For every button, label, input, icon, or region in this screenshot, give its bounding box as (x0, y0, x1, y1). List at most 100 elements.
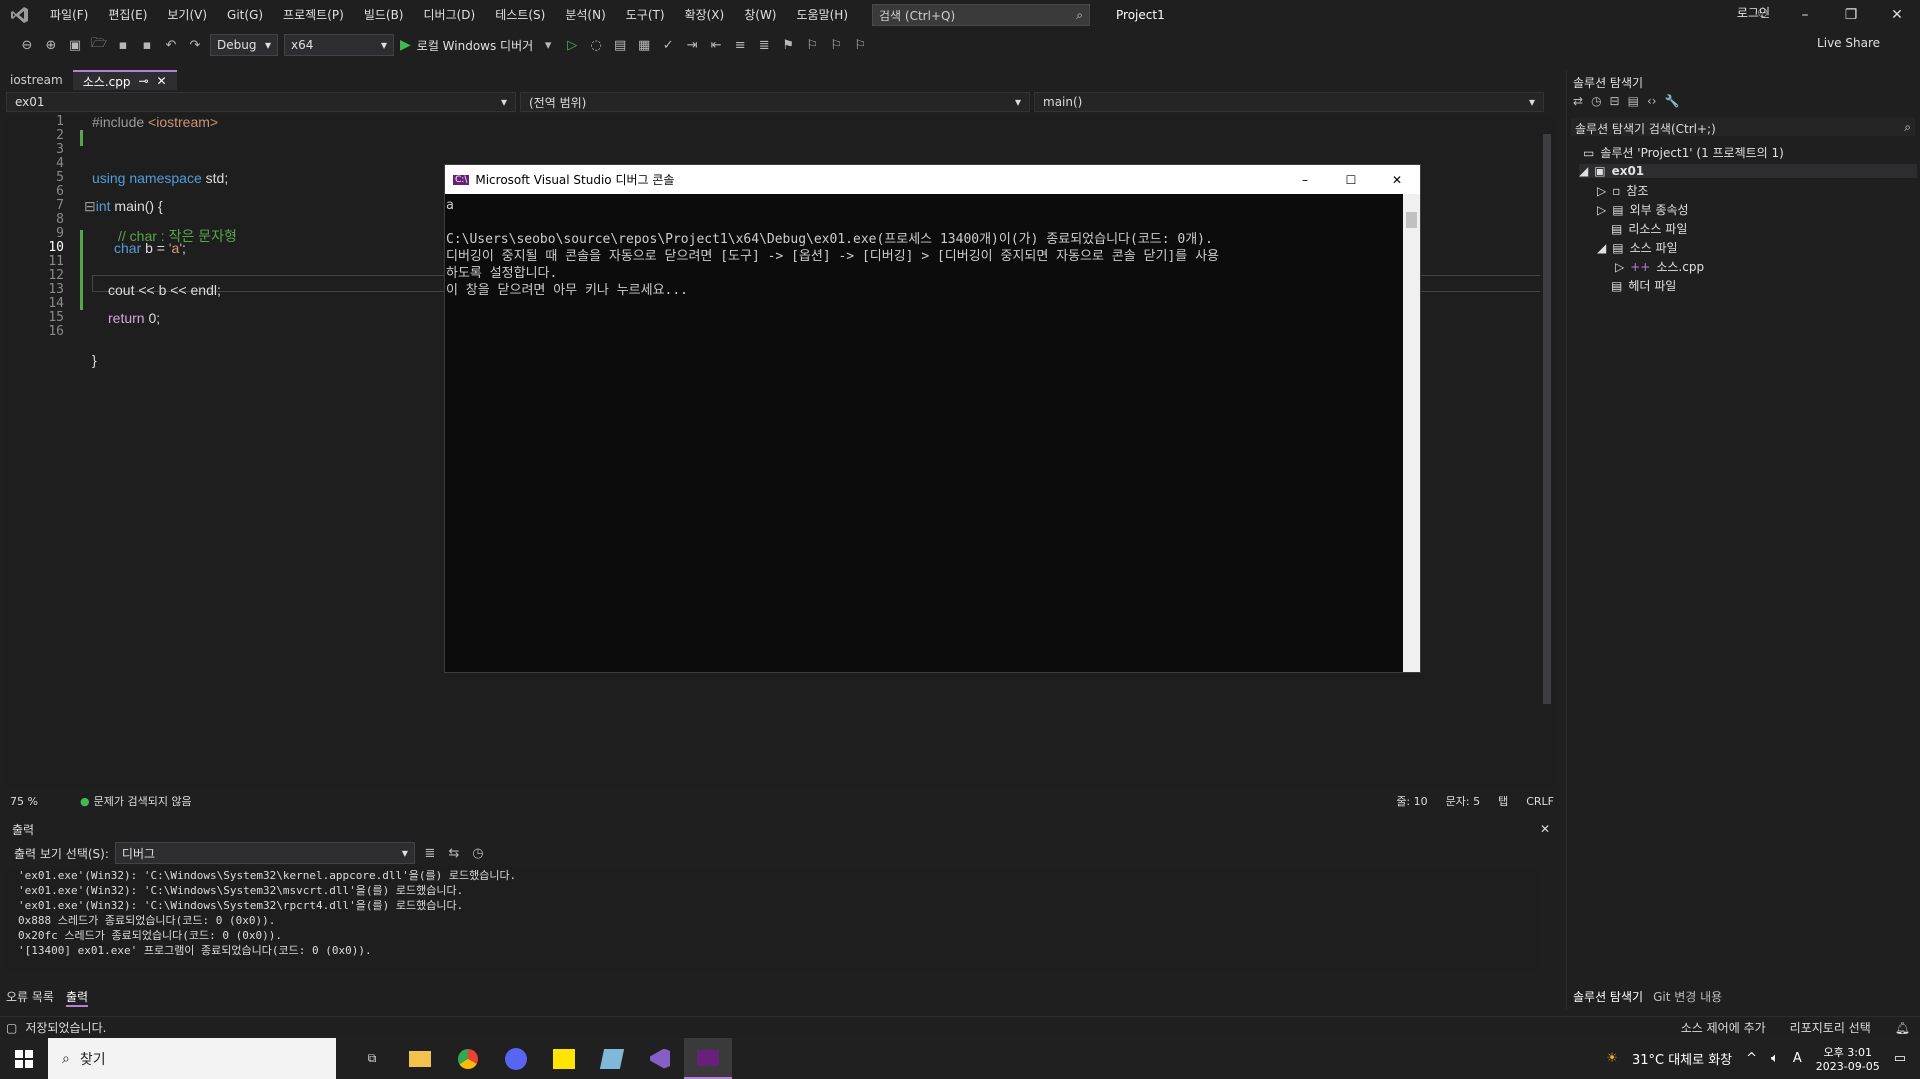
tab-output[interactable]: 출력 (65, 988, 89, 1007)
pin-icon[interactable]: ⊸ (138, 74, 148, 88)
output-source-select[interactable]: 디버그 ▾ (114, 842, 415, 864)
configuration-select[interactable]: Debug ▾ (210, 34, 278, 56)
scope-dropdown[interactable]: (전역 범위) ▾ (520, 92, 1030, 112)
volume-icon[interactable]: 🔈︎ (1771, 1051, 1779, 1066)
redo-icon[interactable]: ↷ (186, 36, 204, 54)
chevron-up-icon[interactable]: ^ (1746, 1051, 1757, 1066)
tab-indicator[interactable]: 탭 (1498, 793, 1508, 809)
tab-source-cpp[interactable]: 소스.cpp ⊸ ✕ (72, 70, 177, 90)
close-icon[interactable]: ✕ (1874, 0, 1920, 30)
menu-tools[interactable]: 도구(T) (616, 0, 675, 30)
menu-window[interactable]: 창(W) (734, 0, 786, 30)
menu-debug[interactable]: 디버그(D) (414, 0, 486, 30)
visual-studio-logo-icon[interactable] (0, 0, 40, 30)
editor-vertical-scrollbar[interactable] (1540, 114, 1554, 790)
collapse-icon[interactable]: ⊟ (84, 198, 96, 214)
file-explorer-icon[interactable] (396, 1038, 444, 1079)
notification-center-icon[interactable]: ▭ (1894, 1051, 1906, 1066)
tab-iostream[interactable]: iostream (0, 70, 73, 90)
timestamp-icon[interactable]: ◷ (469, 844, 487, 862)
layout-icon[interactable]: ▦ (635, 36, 653, 54)
code-view-icon[interactable]: ‹› (1647, 94, 1657, 114)
live-share-button[interactable]: Live Share (1817, 36, 1880, 50)
start-debugging-icon[interactable]: ▶ (400, 37, 411, 53)
notifications-icon[interactable]: 🔔︎ (1895, 1021, 1910, 1035)
start-button[interactable] (0, 1038, 48, 1079)
project-dropdown[interactable]: ex01 ▾ (6, 92, 516, 112)
menu-edit[interactable]: 편집(E) (98, 0, 157, 30)
history-icon[interactable]: ◷ (1591, 94, 1601, 114)
collapse-all-icon[interactable]: ⊟ (1610, 94, 1620, 114)
ime-indicator[interactable]: A (1793, 1051, 1802, 1066)
close-icon[interactable]: ✕ (1374, 173, 1420, 187)
task-view-icon[interactable]: ⧉ (348, 1038, 396, 1079)
menu-file[interactable]: 파일(F) (40, 0, 98, 30)
menu-project[interactable]: 프로젝트(P) (273, 0, 354, 30)
visual-studio-icon[interactable] (636, 1038, 684, 1079)
restore-icon[interactable]: ❐ (1828, 0, 1874, 30)
tree-item-source-files[interactable]: ◢ ▤ 소스 파일 (1597, 239, 1678, 256)
weather-text[interactable]: 31°C 대체로 화창 (1632, 1049, 1732, 1068)
kakaotalk-icon[interactable] (540, 1038, 588, 1079)
project-node[interactable]: ◢ ▣ ex01 (1579, 164, 1917, 178)
output-text[interactable]: 'ex01.exe'(Win32): 'C:\Windows\System32\… (6, 866, 1542, 974)
scrollbar-thumb[interactable] (1406, 212, 1417, 228)
tree-item-header-files[interactable]: ▤ 헤더 파일 (1611, 277, 1676, 294)
tab-git-changes[interactable]: Git 변경 내용 (1653, 988, 1722, 1005)
close-icon[interactable]: ✕ (157, 74, 167, 88)
tab-solution-explorer[interactable]: 솔루션 탐색기 (1573, 988, 1643, 1005)
clear-all-icon[interactable]: ≣ (421, 844, 439, 862)
console-scrollbar[interactable] (1403, 194, 1420, 672)
clear-bookmarks-icon[interactable]: ⚐ (851, 36, 869, 54)
solution-search-input[interactable]: 솔루션 탐색기 검색(Ctrl+;) ⌕ (1571, 118, 1915, 136)
sync-icon[interactable]: ⇄ (1573, 94, 1583, 114)
start-without-debugging-icon[interactable]: ▷ (563, 36, 581, 54)
menu-analyze[interactable]: 분석(N) (555, 0, 615, 30)
bookmark-icon[interactable]: ⚑ (779, 36, 797, 54)
comment-icon[interactable]: ≡ (731, 36, 749, 54)
next-bookmark-icon[interactable]: ⚐ (827, 36, 845, 54)
search-input[interactable]: 검색 (Ctrl+Q) ⌕ (872, 4, 1091, 26)
tree-item-resource-files[interactable]: ▤ 리소스 파일 (1611, 220, 1687, 237)
menu-git[interactable]: Git(G) (217, 0, 273, 30)
undo-icon[interactable]: ↶ (162, 36, 180, 54)
solution-explorer-icon[interactable]: ▤ (611, 36, 629, 54)
hot-reload-icon[interactable]: ◌ (587, 36, 605, 54)
forward-icon[interactable]: ⊕ (42, 36, 60, 54)
account-icon[interactable]: ⚇ (1757, 6, 1768, 20)
prev-bookmark-icon[interactable]: ⚐ (803, 36, 821, 54)
open-folder-icon[interactable]: 🗁 (90, 36, 108, 54)
menu-build[interactable]: 빌드(B) (354, 0, 414, 30)
taskbar-search[interactable]: ⌕ 찾기 (48, 1038, 336, 1079)
function-dropdown[interactable]: main() ▾ (1034, 92, 1544, 112)
new-project-icon[interactable]: ▣ (66, 36, 84, 54)
indent-icon[interactable]: ⇤ (707, 36, 725, 54)
show-all-files-icon[interactable]: ▤ (1628, 94, 1639, 114)
spellcheck-icon[interactable]: ✓ (659, 36, 677, 54)
eol-indicator[interactable]: CRLF (1526, 795, 1554, 808)
properties-icon[interactable]: 🔧 (1665, 94, 1680, 114)
chrome-icon[interactable] (444, 1038, 492, 1079)
console-taskbar-icon[interactable] (684, 1038, 732, 1079)
scrollbar-thumb[interactable] (1543, 134, 1551, 704)
save-all-icon[interactable]: ▪ (138, 36, 156, 54)
tree-item-source-cpp[interactable]: ▷ ++ 소스.cpp (1615, 258, 1704, 275)
menu-help[interactable]: 도움말(H) (787, 0, 859, 30)
menu-extensions[interactable]: 확장(X) (675, 0, 735, 30)
clock[interactable]: 오후 3:01 2023-09-05 (1816, 1044, 1880, 1073)
minimize-icon[interactable]: – (1782, 0, 1828, 30)
maximize-icon[interactable]: ☐ (1328, 173, 1374, 187)
tab-error-list[interactable]: 오류 목록 (6, 988, 54, 1007)
step-icon[interactable]: ⇥ (683, 36, 701, 54)
menu-test[interactable]: 테스트(S) (485, 0, 555, 30)
word-wrap-icon[interactable]: ⇆ (445, 844, 463, 862)
zoom-level[interactable]: 75 % (10, 795, 70, 808)
save-icon[interactable]: ▪ (114, 36, 132, 54)
solution-node[interactable]: ▭ 솔루션 'Project1' (1 프로젝트의 1) (1583, 144, 1784, 161)
chevron-down-icon[interactable]: ▾ (539, 36, 557, 54)
back-icon[interactable]: ⊖ (18, 36, 36, 54)
repository-button[interactable]: 리포지토리 선택 (1790, 1019, 1871, 1036)
platform-select[interactable]: x64 ▾ (284, 34, 394, 56)
uncomment-icon[interactable]: ≣ (755, 36, 773, 54)
debug-console-window[interactable]: C:\ Microsoft Visual Studio 디버그 콘솔 – ☐ ✕… (444, 164, 1421, 673)
